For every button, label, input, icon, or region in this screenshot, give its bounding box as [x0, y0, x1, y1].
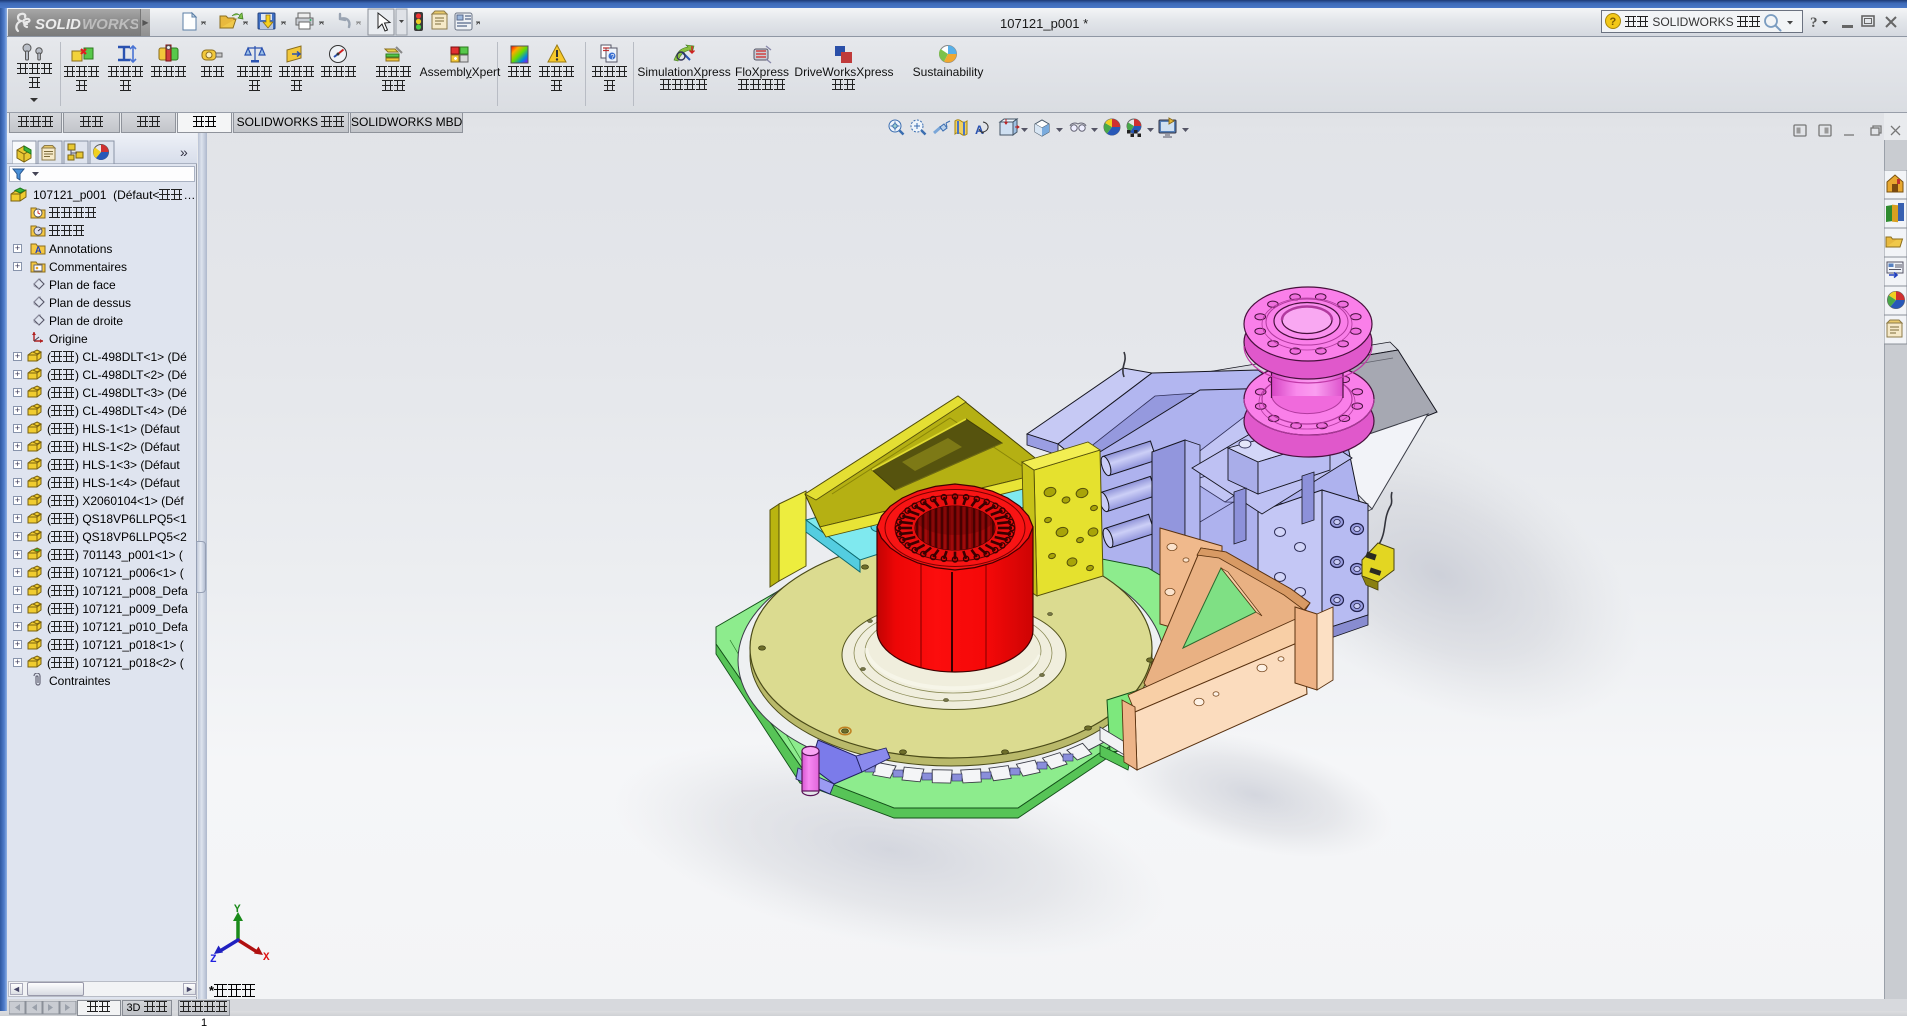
- svg-text:»: »: [180, 144, 188, 160]
- svg-text:WORKS: WORKS: [82, 16, 138, 33]
- svg-text:?: ?: [1810, 15, 1818, 31]
- svg-text:Y: Y: [234, 904, 241, 916]
- svg-text:Z: Z: [210, 954, 217, 964]
- svg-text:?: ?: [1610, 16, 1617, 28]
- svg-text:?: ?: [611, 54, 615, 61]
- svg-text:SOLID: SOLID: [35, 16, 81, 33]
- svg-text:A: A: [35, 245, 42, 255]
- svg-text:X: X: [263, 952, 270, 964]
